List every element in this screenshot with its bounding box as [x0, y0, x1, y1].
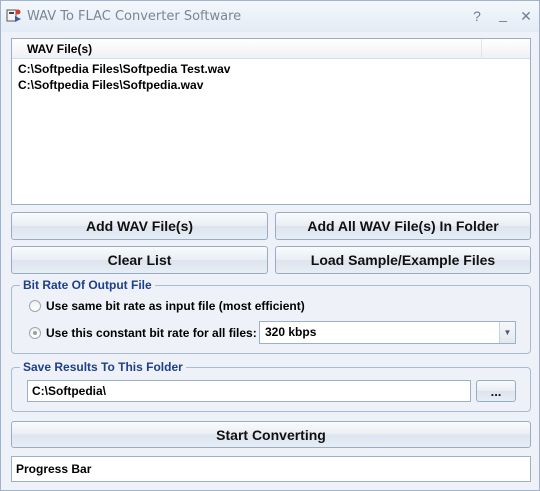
help-button[interactable]: ? [468, 7, 486, 25]
clear-list-button[interactable]: Clear List [11, 246, 268, 274]
radio-constant-bitrate-label: Use this constant bit rate for all files… [46, 326, 257, 340]
file-list[interactable]: WAV File(s) C:\Softpedia Files\Softpedia… [11, 38, 531, 205]
radio-constant-bitrate-indicator[interactable] [29, 327, 41, 339]
radio-same-bitrate[interactable]: Use same bit rate as input file (most ef… [29, 299, 305, 313]
bitrate-select[interactable]: 320 kbps ▼ [259, 321, 516, 344]
app-icon [6, 8, 22, 24]
add-all-in-folder-button[interactable]: Add All WAV File(s) In Folder [275, 212, 531, 240]
bitrate-group-legend: Bit Rate Of Output File [20, 278, 155, 292]
bitrate-select-value: 320 kbps [265, 325, 317, 339]
help-icon: ? [473, 8, 481, 24]
output-folder-group: Save Results To This Folder C:\Softpedia… [11, 360, 531, 412]
load-samples-button[interactable]: Load Sample/Example Files [275, 246, 531, 274]
minimize-icon: _ [499, 6, 507, 22]
chevron-down-icon[interactable]: ▼ [499, 322, 515, 343]
minimize-button[interactable]: _ [494, 6, 512, 25]
output-folder-input[interactable]: C:\Softpedia\ [27, 380, 471, 402]
close-button[interactable]: ✕ [517, 7, 535, 25]
radio-same-bitrate-indicator[interactable] [29, 300, 41, 312]
column-header-wav-files[interactable]: WAV File(s) [12, 39, 482, 59]
app-window: WAV To FLAC Converter Software ? _ ✕ WAV… [0, 0, 540, 491]
bitrate-group: Bit Rate Of Output File Use same bit rat… [11, 278, 531, 354]
output-folder-legend: Save Results To This Folder [20, 360, 186, 374]
radio-same-bitrate-label: Use same bit rate as input file (most ef… [46, 299, 305, 313]
window-title: WAV To FLAC Converter Software [27, 9, 242, 24]
start-converting-button[interactable]: Start Converting [11, 421, 531, 448]
list-item[interactable]: C:\Softpedia Files\Softpedia.wav [18, 77, 203, 93]
progress-bar: Progress Bar [11, 456, 531, 482]
browse-button[interactable]: ... [476, 380, 516, 402]
add-files-button[interactable]: Add WAV File(s) [11, 212, 268, 240]
list-header: WAV File(s) [12, 39, 530, 59]
close-icon: ✕ [520, 7, 532, 24]
radio-constant-bitrate[interactable]: Use this constant bit rate for all files… [29, 326, 257, 340]
progress-bar-label: Progress Bar [16, 462, 92, 476]
list-item[interactable]: C:\Softpedia Files\Softpedia Test.wav [18, 61, 230, 77]
title-bar: WAV To FLAC Converter Software ? _ ✕ [1, 1, 539, 32]
